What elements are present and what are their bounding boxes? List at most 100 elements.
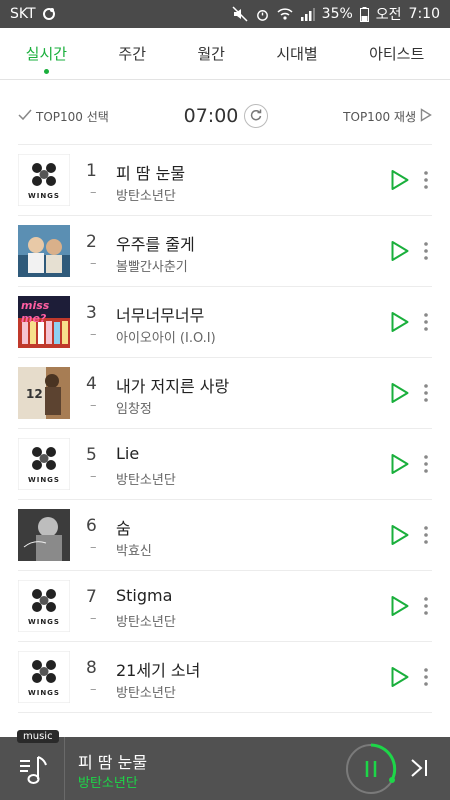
more-options-icon[interactable] [422,596,430,616]
tab-era[interactable]: 시대별 [270,43,323,64]
tab-label: 시대별 [276,45,318,63]
now-playing-artist: 방탄소년단 [78,776,138,791]
chart-time: 07:00 [183,105,239,127]
song-row[interactable]: 12 4 – 내가 저지른 사랑 임창정 [18,358,432,429]
album-art[interactable] [18,509,70,561]
song-title: 21세기 소녀 [116,661,201,680]
tab-weekly[interactable]: 주간 [112,43,152,64]
album-art-label: WINGS [28,192,60,200]
play-icon[interactable] [390,240,410,262]
rank-change: – [90,185,97,200]
top100-play-label: TOP100 재생 [343,109,416,124]
battery-icon [359,6,369,22]
song-list: WINGS 1 – 피 땀 눈물 방탄소년단 2 – 우주를 줄게 볼빨간사춘기 [0,145,450,713]
alarm-icon [255,7,270,22]
wifi-icon [277,7,293,21]
album-art-label: WINGS [28,689,60,697]
signal-icon [300,7,315,21]
song-rank: 2 [86,232,97,252]
song-title: 숨 [116,519,131,538]
play-icon[interactable] [390,524,410,546]
song-row[interactable]: WINGS 5 – Lie 방탄소년단 [18,429,432,500]
album-art[interactable]: 12 [18,367,70,419]
song-row[interactable]: WINGS 1 – 피 땀 눈물 방탄소년단 [18,145,432,216]
song-artist: 방탄소년단 [116,473,176,488]
skip-next-icon [408,759,430,783]
battery-percent: 35% [321,6,353,22]
check-icon [18,109,32,124]
song-rank: 5 [86,445,97,465]
tab-artist[interactable]: 아티스트 [363,43,430,64]
more-options-icon[interactable] [422,454,430,474]
song-artist: 볼빨간사춘기 [116,260,188,275]
song-artist: 박효신 [116,544,152,559]
more-options-icon[interactable] [422,383,430,403]
more-options-icon[interactable] [422,525,430,545]
rank-change: – [90,682,97,697]
album-art[interactable]: WINGS [18,651,70,703]
play-icon[interactable] [390,382,410,404]
album-art[interactable] [18,225,70,277]
refresh-button[interactable] [244,104,269,128]
more-options-icon[interactable] [422,170,430,190]
play-icon[interactable] [390,595,410,617]
tab-label: 주간 [118,45,147,63]
playlist-button[interactable] [18,751,50,787]
album-art[interactable]: WINGS [18,580,70,632]
rank-change: – [90,327,97,342]
song-row[interactable]: 6 – 숨 박효신 [18,500,432,571]
play-icon[interactable] [390,453,410,475]
tab-label: 아티스트 [369,45,425,63]
song-row[interactable]: 2 – 우주를 줄게 볼빨간사춘기 [18,216,432,287]
song-rank: 6 [86,516,97,536]
top100-play-button[interactable]: TOP100 재생 [343,107,432,125]
song-row[interactable]: WINGS 8 – 21세기 소녀 방탄소년단 [18,642,432,713]
rank-change: – [90,469,97,484]
album-art-label: WINGS [28,476,60,484]
song-rank: 7 [86,587,97,607]
album-art-label: miss me? [21,299,50,325]
clock: 7:10 [408,6,440,22]
more-options-icon[interactable] [422,312,430,332]
next-track-button[interactable] [408,757,430,779]
album-art[interactable]: WINGS [18,154,70,206]
ampm-label: 오전 [375,7,402,23]
sync-icon [42,7,56,21]
chart-tabs: 실시간 주간 월간 시대별 아티스트 [0,28,450,80]
rank-change: – [90,398,97,413]
music-badge: music [17,730,59,743]
chart-controls: TOP100 선택 07:00 TOP100 재생 [18,98,432,134]
more-options-icon[interactable] [422,667,430,687]
play-outline-icon [420,107,432,125]
play-icon[interactable] [390,169,410,191]
song-row[interactable]: WINGS 7 – Stigma 방탄소년단 [18,571,432,642]
song-rank: 3 [86,303,97,323]
playlist-music-icon [18,756,50,791]
rank-change: – [90,256,97,271]
song-title: 너무너무너무 [116,306,205,325]
rank-change: – [90,540,97,555]
album-art[interactable]: miss me? [18,296,70,348]
more-options-icon[interactable] [422,241,430,261]
tab-label: 실시간 [25,45,68,63]
mini-player: music 피 땀 눈물 방탄소년단 [0,730,450,800]
song-artist: 방탄소년단 [116,686,176,701]
tab-monthly[interactable]: 월간 [191,43,231,64]
carrier-label: SKT [10,6,36,22]
song-artist: 아이오아이 (I.O.I) [116,331,216,346]
song-title: 내가 저지른 사랑 [116,377,230,396]
song-artist: 방탄소년단 [116,615,176,630]
album-art-label: WINGS [28,618,60,626]
tab-realtime[interactable]: 실시간 [20,43,73,74]
mute-icon [232,6,248,22]
top100-select-button[interactable]: TOP100 선택 [18,108,109,125]
pause-button[interactable] [344,742,398,796]
now-playing-title: 피 땀 눈물 [78,753,148,772]
play-icon[interactable] [390,311,410,333]
play-icon[interactable] [390,666,410,688]
song-row[interactable]: miss me? 3 – 너무너무너무 아이오아이 (I.O.I) [18,287,432,358]
top100-select-label: TOP100 선택 [36,109,109,124]
album-art[interactable]: WINGS [18,438,70,490]
song-title: Stigma [116,586,173,605]
song-rank: 4 [86,374,97,394]
